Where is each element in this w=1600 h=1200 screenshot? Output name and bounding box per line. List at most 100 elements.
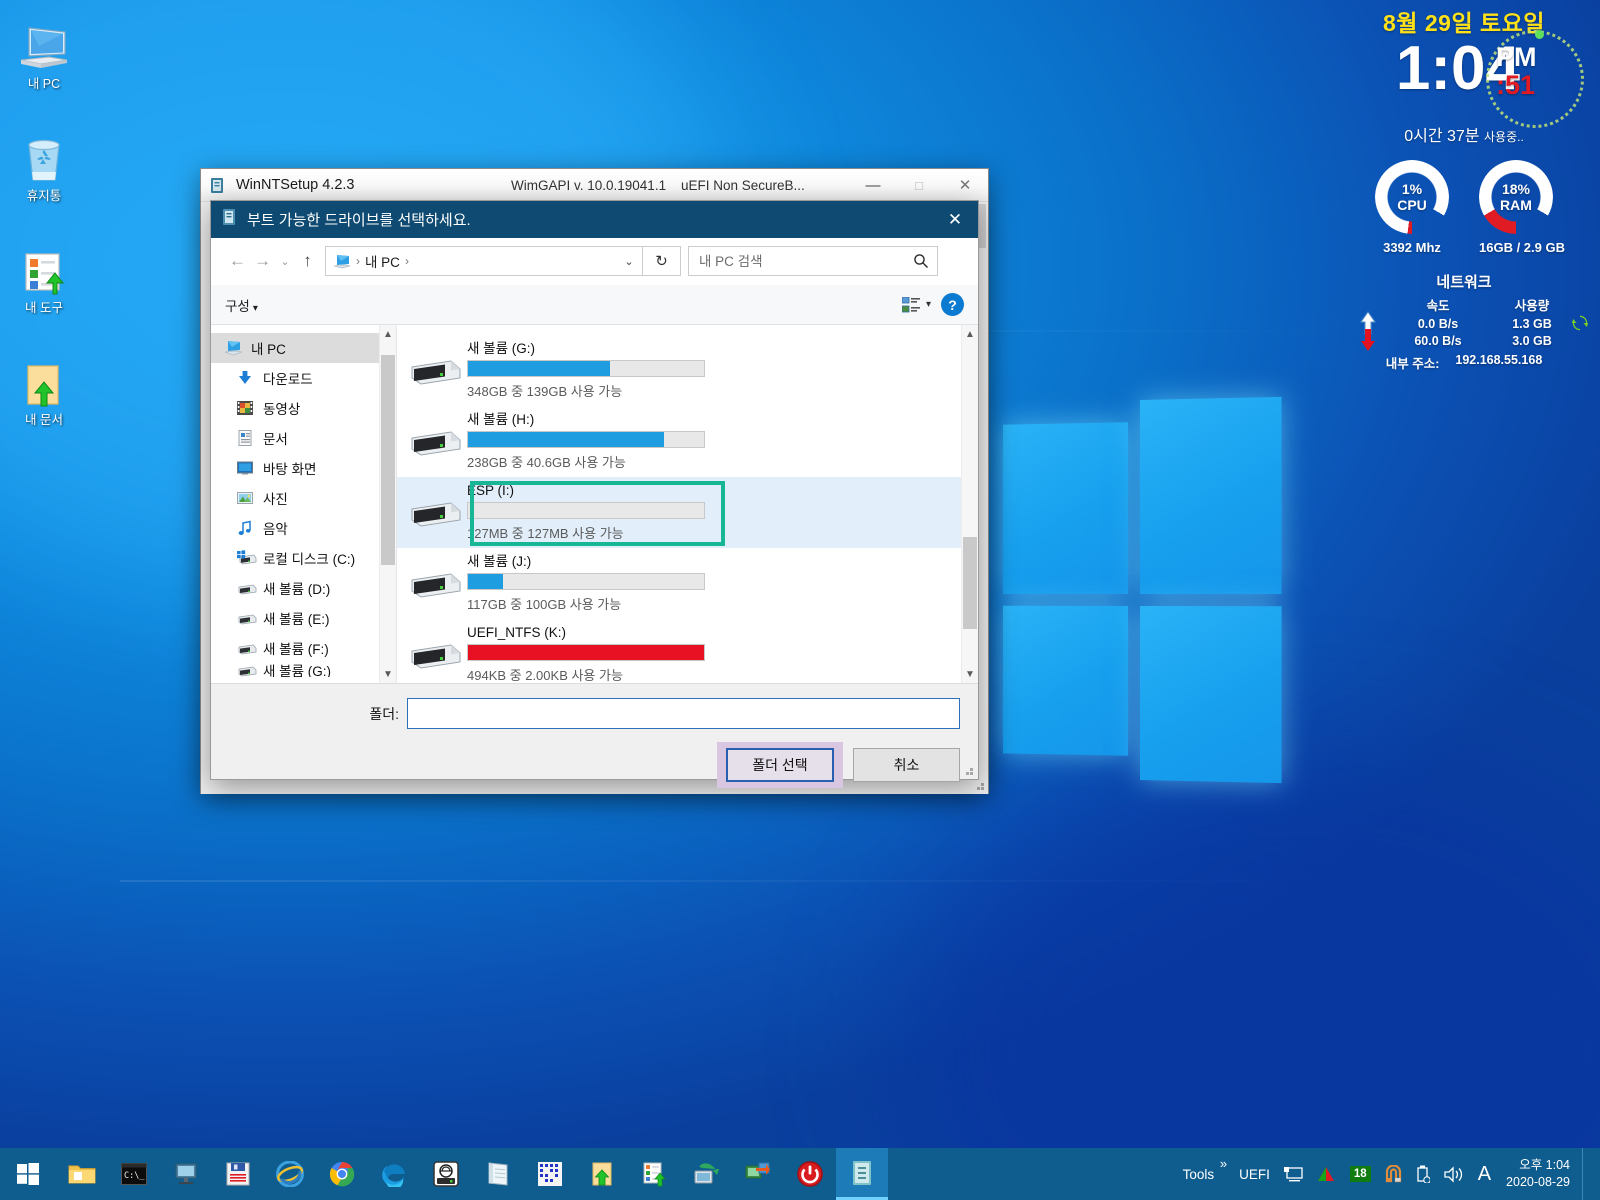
tray-battery-badge[interactable]: 18 xyxy=(1343,1148,1378,1200)
tree-scroll-down-button[interactable]: ▼ xyxy=(380,665,396,683)
widget-uptime: 0시간 37분 사용중.. xyxy=(1338,122,1590,146)
forward-button[interactable]: → xyxy=(250,246,275,276)
taskbar-app-winntsetup[interactable] xyxy=(836,1148,888,1200)
list-scroll-up-button[interactable]: ▲ xyxy=(962,325,978,343)
desktop-icon-my-documents[interactable]: 내 문서 xyxy=(0,342,88,428)
drive-list-item[interactable]: 새 볼륨 (J:) 117GB 중 100GB 사용 가능 xyxy=(397,548,978,619)
maximize-button[interactable]: □ xyxy=(896,169,942,201)
tray-magnet-icon[interactable] xyxy=(1378,1148,1409,1200)
help-button[interactable]: ? xyxy=(941,293,964,316)
notepad-icon xyxy=(486,1161,510,1187)
taskbar-app-microsoft-edge[interactable] xyxy=(368,1148,420,1200)
address-bar[interactable]: › 내 PC › ⌄ xyxy=(325,246,643,276)
tray-uefi-label[interactable]: UEFI xyxy=(1221,1148,1277,1200)
taskbar-app-notepad[interactable] xyxy=(472,1148,524,1200)
computer-icon xyxy=(334,254,351,269)
close-button[interactable]: ✕ xyxy=(942,169,988,201)
tree-item[interactable]: 사진 xyxy=(211,483,396,513)
drive-name: UEFI_NTFS (K:) xyxy=(467,625,567,640)
desktop-icon-my-pc[interactable]: 내 PC xyxy=(0,6,88,92)
drive-info: 새 볼륨 (J:) 117GB 중 100GB 사용 가능 xyxy=(467,554,705,613)
taskbar-app-internet-explorer[interactable] xyxy=(264,1148,316,1200)
show-desktop-button[interactable] xyxy=(1582,1148,1592,1200)
taskbar-app-grid-tool[interactable] xyxy=(524,1148,576,1200)
taskbar-app-display-transfer[interactable] xyxy=(732,1148,784,1200)
drive-list-item[interactable]: ESP (I:) 127MB 중 127MB 사용 가능 xyxy=(397,477,978,548)
taskbar-app-folder-upload[interactable] xyxy=(576,1148,628,1200)
drive-list-item[interactable]: 새 볼륨 (G:) 348GB 중 139GB 사용 가능 xyxy=(397,335,978,406)
minimize-button[interactable]: — xyxy=(850,169,896,201)
chevron-down-icon: ▾ xyxy=(252,302,258,314)
recent-locations-button[interactable]: ⌄ xyxy=(275,246,295,276)
tray-ime-indicator[interactable]: A xyxy=(1471,1148,1498,1200)
dialog-close-button[interactable]: ✕ xyxy=(932,201,978,238)
breadcrumb[interactable]: › 내 PC › xyxy=(326,251,616,271)
drive-list-item[interactable]: 새 볼륨 (H:) 238GB 중 40.6GB 사용 가능 xyxy=(397,406,978,477)
tree-item[interactable]: 다운로드 xyxy=(211,363,396,393)
organize-button[interactable]: 구성 ▾ xyxy=(225,295,258,315)
floppy-save-icon xyxy=(226,1162,250,1186)
list-scroll-thumb[interactable] xyxy=(963,537,977,629)
tree-item[interactable]: 새 볼륨 (F:) xyxy=(211,633,396,663)
search-input[interactable] xyxy=(697,252,913,270)
winntsetup-titlebar[interactable]: WinNTSetup 4.2.3 WimGAPI v. 10.0.19041.1… xyxy=(201,169,988,202)
widget-gauges: 1% CPU 3392 Mhz 18% RAM 16GB / 2.9 GB xyxy=(1338,160,1590,255)
taskbar-app-command-prompt[interactable]: C:\_ xyxy=(108,1148,160,1200)
desktop-icon-label: 내 PC xyxy=(27,77,61,91)
folder-picker-dialog[interactable]: 부트 가능한 드라이브를 선택하세요. ✕ ← → ⌄ ↑ › 내 PC › ⌄ xyxy=(210,200,979,788)
start-button[interactable] xyxy=(0,1148,56,1200)
pictures-icon xyxy=(237,490,259,506)
taskbar-app-backup[interactable] xyxy=(680,1148,732,1200)
tree-item[interactable]: 새 볼륨 (D:) xyxy=(211,573,396,603)
dialog-titlebar[interactable]: 부트 가능한 드라이브를 선택하세요. ✕ xyxy=(211,201,978,238)
drive-list-scrollbar[interactable]: ▲ ▼ xyxy=(961,325,978,683)
microsoft-edge-icon xyxy=(381,1161,407,1187)
select-folder-button[interactable]: 폴더 선택 xyxy=(726,748,834,782)
tree-scroll-up-button[interactable]: ▲ xyxy=(380,325,396,343)
tree-item[interactable]: 동영상 xyxy=(211,393,396,423)
desktop-icon-recycle-bin[interactable]: 휴지통 xyxy=(0,118,88,204)
tree-scroll-thumb[interactable] xyxy=(381,355,395,565)
tray-clock[interactable]: 오후 1:04 2020-08-29 xyxy=(1498,1157,1582,1191)
tree-item[interactable]: 내 PC xyxy=(211,333,396,363)
change-view-button[interactable]: ▾ xyxy=(901,296,931,313)
tray-usb-eject-icon[interactable] xyxy=(1409,1148,1437,1200)
tray-tools-button[interactable]: Tools » xyxy=(1176,1148,1228,1200)
taskbar-app-floppy-save[interactable] xyxy=(212,1148,264,1200)
tree-item[interactable]: 바탕 화면 xyxy=(211,453,396,483)
taskbar-app-power[interactable] xyxy=(784,1148,836,1200)
navigation-tree[interactable]: 내 PC 다운로드 동영상 문서 바탕 화면 사진 음악 로컬 디스크 (C:) 새 볼륨 (D… xyxy=(211,325,397,683)
dialog-resize-grip[interactable] xyxy=(962,763,974,775)
search-box[interactable] xyxy=(688,246,938,276)
tray-audio-app-icon[interactable] xyxy=(1310,1148,1343,1200)
drive-list-item[interactable]: UEFI_NTFS (K:) 494KB 중 2.00KB 사용 가능 xyxy=(397,619,978,683)
taskbar-app-google-chrome[interactable] xyxy=(316,1148,368,1200)
back-button[interactable]: ← xyxy=(225,246,250,276)
taskbar-app-disk-tool[interactable] xyxy=(420,1148,472,1200)
taskbar[interactable]: C:\_ Tools » UEFI 18 A 오후 1:04 2020-08-2… xyxy=(0,1148,1600,1200)
list-scroll-down-button[interactable]: ▼ xyxy=(962,665,978,683)
tree-item[interactable]: 문서 xyxy=(211,423,396,453)
tray-overflow-chevron-icon: » xyxy=(1219,1156,1228,1171)
refresh-button[interactable]: ↻ xyxy=(643,246,681,276)
up-button[interactable]: ↑ xyxy=(295,246,320,276)
tree-item[interactable]: 로컬 디스크 (C:) xyxy=(211,543,396,573)
tree-item[interactable]: 새 볼륨 (E:) xyxy=(211,603,396,633)
tray-volume-icon[interactable] xyxy=(1437,1148,1471,1200)
drive-list[interactable]: 새 볼륨 (G:) 348GB 중 139GB 사용 가능 새 볼륨 (H:) 238… xyxy=(397,325,978,683)
tree-item[interactable]: 새 볼륨 (G:) xyxy=(211,663,396,677)
desktop-icon-my-tools[interactable]: 내 도구 xyxy=(0,230,88,316)
tree-scrollbar[interactable]: ▲ ▼ xyxy=(379,325,396,683)
cancel-button[interactable]: 취소 xyxy=(853,748,960,782)
taskbar-app-remote-desktop[interactable] xyxy=(160,1148,212,1200)
dialog-title: 부트 가능한 드라이브를 선택하세요. xyxy=(247,212,471,229)
tray-network-icon[interactable] xyxy=(1277,1148,1310,1200)
taskbar-app-file-explorer[interactable] xyxy=(56,1148,108,1200)
winntsetup-window-controls: — □ ✕ xyxy=(850,169,988,201)
folder-input[interactable] xyxy=(407,698,960,729)
taskbar-app-app-list[interactable] xyxy=(628,1148,680,1200)
tree-item[interactable]: 음악 xyxy=(211,513,396,543)
breadcrumb-item-my-pc[interactable]: 내 PC xyxy=(365,251,400,271)
drive-name: ESP (I:) xyxy=(467,483,515,498)
address-dropdown-button[interactable]: ⌄ xyxy=(616,255,642,268)
